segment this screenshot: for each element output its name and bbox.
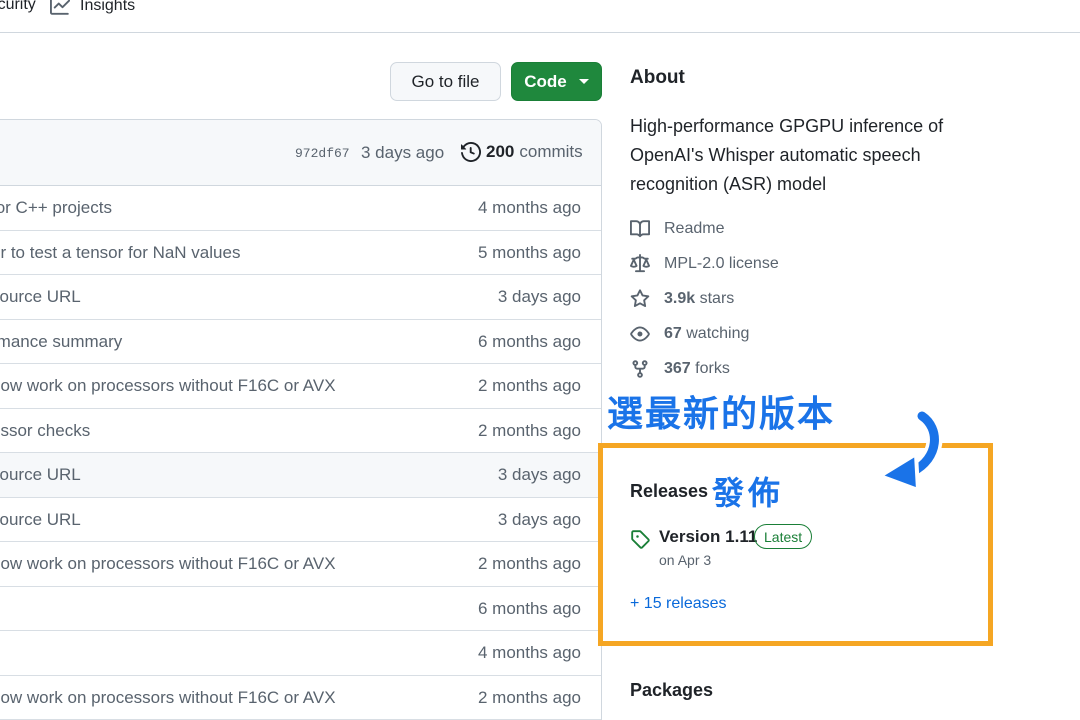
latest-commit-bar: 972df67 3 days ago 200 commits [0,120,601,186]
license-link[interactable]: MPL-2.0 license [630,254,779,274]
packages-title[interactable]: Packages [630,680,713,701]
about-description: High-performance GPGPU inference of Open… [630,116,944,194]
commit-age: 3 days ago [497,287,581,306]
eye-icon [630,326,650,342]
go-to-file-label: Go to file [411,71,480,91]
table-row[interactable]: now work on processors without F16C or A… [0,364,601,409]
commit-count: 200 [486,142,515,161]
about-title: About [630,67,685,88]
readme-link[interactable]: Readme [630,219,724,239]
annotation-sub-text: 發佈 [712,474,785,512]
commit-age: 4 months ago [477,198,581,217]
watching-count: 67 [664,325,682,342]
commit-age: 6 months ago [477,331,581,351]
code-button[interactable]: Code [511,62,602,101]
stars-count: 3.9k [664,290,696,307]
graph-icon [50,0,70,15]
commit-message[interactable]: er to test a tensor for NaN values [0,243,240,263]
commit-age: 2 months ago [477,420,581,440]
commit-message[interactable]: source URL [0,465,81,485]
commit-message[interactable]: essor checks [0,421,90,441]
caret-down-icon [578,79,589,84]
fork-icon [632,360,648,378]
nav-tab-security[interactable]: Security [0,0,36,14]
table-row[interactable]: essor checks 2 months ago [0,409,601,453]
history-icon [461,142,481,162]
commit-age: 3 days ago [497,509,581,529]
stars-label: stars [699,290,735,307]
table-row[interactable]: for C++ projects 4 months ago [0,186,601,231]
commit-message[interactable]: source URL [0,287,81,307]
watching-link[interactable]: 67 watching [630,324,749,344]
table-row[interactable]: now work on processors without F16C or A… [0,676,601,720]
go-to-file-button[interactable]: Go to file [390,62,501,101]
scale-icon [630,254,650,273]
commit-age: 2 months ago [477,554,581,573]
table-row[interactable]: 6 months ago [0,587,601,631]
table-row[interactable]: source URL 3 days ago [0,275,601,320]
star-icon [630,289,650,308]
commit-message[interactable]: for C++ projects [0,198,112,218]
commit-count-suffix: commits [519,142,583,161]
commit-message[interactable]: now work on processors without F16C or A… [0,688,336,708]
forks-label: forks [695,360,730,377]
watching-label: watching [686,325,750,342]
stars-link[interactable]: 3.9k stars [630,289,734,309]
readme-label: Readme [664,220,725,237]
table-row[interactable]: source URL 3 days ago [0,498,601,542]
book-icon [630,220,650,238]
code-label: Code [524,71,567,91]
commit-message[interactable]: now work on processors without F16C or A… [0,554,336,574]
commit-message[interactable]: source URL [0,510,81,530]
commit-age: 4 months ago [477,643,581,662]
curved-arrow-icon [878,410,943,492]
file-table: 972df67 3 days ago 200 commits for C++ p… [0,119,602,720]
commit-age: 5 months ago [477,242,581,262]
commits-link[interactable]: 200 commits [461,142,583,162]
file-rows: for C++ projects 4 months ago er to test … [0,186,601,720]
commit-time: 3 days ago [361,143,445,162]
table-row[interactable]: source URL 3 days ago [0,453,601,498]
commit-hash[interactable]: 972df67 [295,146,350,161]
forks-count: 367 [664,360,691,377]
annotation-main-text: 選最新的版本 [607,394,836,435]
commit-age: 3 days ago [497,465,581,484]
table-row[interactable]: rmance summary 6 months ago [0,320,601,364]
commit-message[interactable]: rmance summary [0,332,122,352]
commit-age: 6 months ago [477,598,581,618]
license-label: MPL-2.0 license [664,255,779,272]
commit-message[interactable]: now work on processors without F16C or A… [0,376,336,396]
commit-age: 2 months ago [477,687,581,707]
nav-tab-insights[interactable]: Insights [50,0,135,16]
nav-tab-security-label: Security [0,0,36,13]
nav-tab-insights-label: Insights [80,0,136,14]
table-row[interactable]: er to test a tensor for NaN values 5 mont… [0,231,601,275]
commit-age: 2 months ago [477,376,581,395]
repo-nav: Security Insights [0,0,1080,33]
table-row[interactable]: now work on processors without F16C or A… [0,542,601,587]
forks-link[interactable]: 367 forks [630,359,730,379]
table-row[interactable]: n4 months ago [0,631,601,676]
